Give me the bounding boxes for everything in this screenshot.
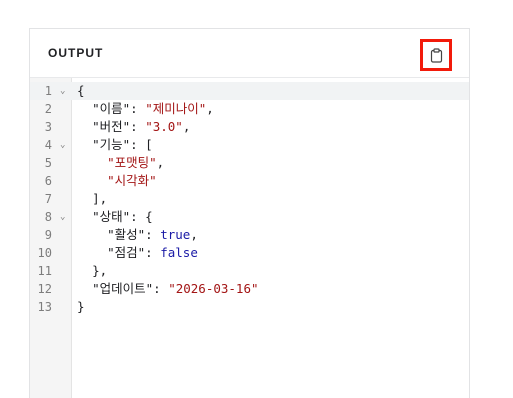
code-text: "시각화"	[77, 172, 157, 190]
code-line: 9 "활성": true,	[30, 226, 469, 244]
code-token: :	[153, 281, 169, 296]
code-line: 11 },	[30, 262, 469, 280]
code-text: {	[77, 82, 85, 100]
code-token: ,	[182, 119, 191, 134]
line-number: 1	[44, 84, 52, 98]
code-line: 1 ⌄ {	[30, 82, 469, 100]
line-number: 8	[44, 210, 52, 224]
code-text: },	[77, 262, 107, 280]
code-token: ],	[92, 191, 108, 206]
code-line: 8 ⌄ "상태": {	[30, 208, 469, 226]
line-number: 4	[44, 138, 52, 152]
code-lines: 1 ⌄{2 "이름": "제미나이", 3 "버전": "3.0", 4 ⌄ "기능":…	[30, 82, 469, 316]
code-editor[interactable]: 1 ⌄{2 "이름": "제미나이", 3 "버전": "3.0", 4 ⌄ "기능":…	[30, 78, 469, 398]
code-line: 12 "업데이트": "2026-03-16"	[30, 280, 469, 298]
code-token: "버전"	[92, 119, 131, 134]
code-token: :	[130, 119, 146, 134]
code-line: 4 ⌄ "기능": [	[30, 136, 469, 154]
code-token: true	[160, 227, 191, 242]
code-token: "상태"	[92, 209, 131, 224]
code-token: },	[92, 263, 108, 278]
code-token: {	[77, 83, 85, 98]
code-token: ,	[206, 101, 214, 116]
line-number: 11	[37, 264, 52, 278]
line-number: 3	[44, 120, 52, 134]
code-line: 13}	[30, 298, 469, 316]
code-text: "상태": {	[77, 208, 153, 226]
code-token: false	[160, 245, 198, 260]
code-token: : [	[130, 137, 153, 152]
code-token: ,	[156, 155, 165, 170]
code-token: "포맷팅"	[107, 155, 157, 170]
panel-title: OUTPUT	[48, 46, 104, 60]
code-line: 2 "이름": "제미나이",	[30, 100, 469, 118]
code-token: "시각화"	[107, 173, 157, 188]
clipboard-icon	[430, 47, 442, 63]
code-text: "기능": [	[77, 136, 153, 154]
copy-button[interactable]	[420, 39, 452, 71]
code-text: "업데이트": "2026-03-16"	[77, 280, 259, 298]
code-text: }	[77, 298, 85, 316]
code-token: "제미나이"	[145, 101, 207, 116]
code-token: "2026-03-16"	[168, 281, 259, 296]
code-text: ],	[77, 190, 107, 208]
fold-chevron-icon[interactable]: ⌄	[60, 136, 65, 154]
code-line: 3 "버전": "3.0",	[30, 118, 469, 136]
code-line: 5 "포맷팅",	[30, 154, 469, 172]
code-token: "이름"	[92, 101, 131, 116]
code-token: "업데이트"	[92, 281, 154, 296]
line-number: 2	[44, 102, 52, 116]
code-text: "포맷팅",	[77, 154, 164, 172]
line-number: 12	[37, 282, 52, 296]
code-token: "점검"	[107, 245, 146, 260]
code-token: "3.0"	[145, 119, 183, 134]
code-line: 7 ],	[30, 190, 469, 208]
fold-chevron-icon[interactable]: ⌄	[60, 208, 65, 226]
code-token: ,	[190, 227, 198, 242]
line-number: 7	[44, 192, 52, 206]
fold-chevron-icon[interactable]: ⌄	[60, 82, 65, 100]
code-token: "활성"	[107, 227, 146, 242]
code-text: "점검": false	[77, 244, 198, 262]
line-number: 5	[44, 156, 52, 170]
code-token: :	[130, 101, 146, 116]
code-text: "이름": "제미나이",	[77, 100, 214, 118]
code-token: }	[77, 299, 85, 314]
code-token: :	[145, 245, 161, 260]
code-token: :	[145, 227, 161, 242]
code-token: "기능"	[92, 137, 131, 152]
code-line: 10 "점검": false	[30, 244, 469, 262]
code-token: : {	[130, 209, 153, 224]
output-panel: OUTPUT 1 ⌄{2 "이름": "제미나이", 3 "버전": "3.0", 4…	[29, 28, 470, 398]
code-text: "버전": "3.0",	[77, 118, 190, 136]
line-number: 10	[37, 246, 52, 260]
line-number: 6	[44, 174, 52, 188]
line-number: 13	[37, 300, 52, 314]
code-line: 6 "시각화"	[30, 172, 469, 190]
panel-header: OUTPUT	[30, 29, 469, 78]
line-number: 9	[44, 228, 52, 242]
code-text: "활성": true,	[77, 226, 198, 244]
